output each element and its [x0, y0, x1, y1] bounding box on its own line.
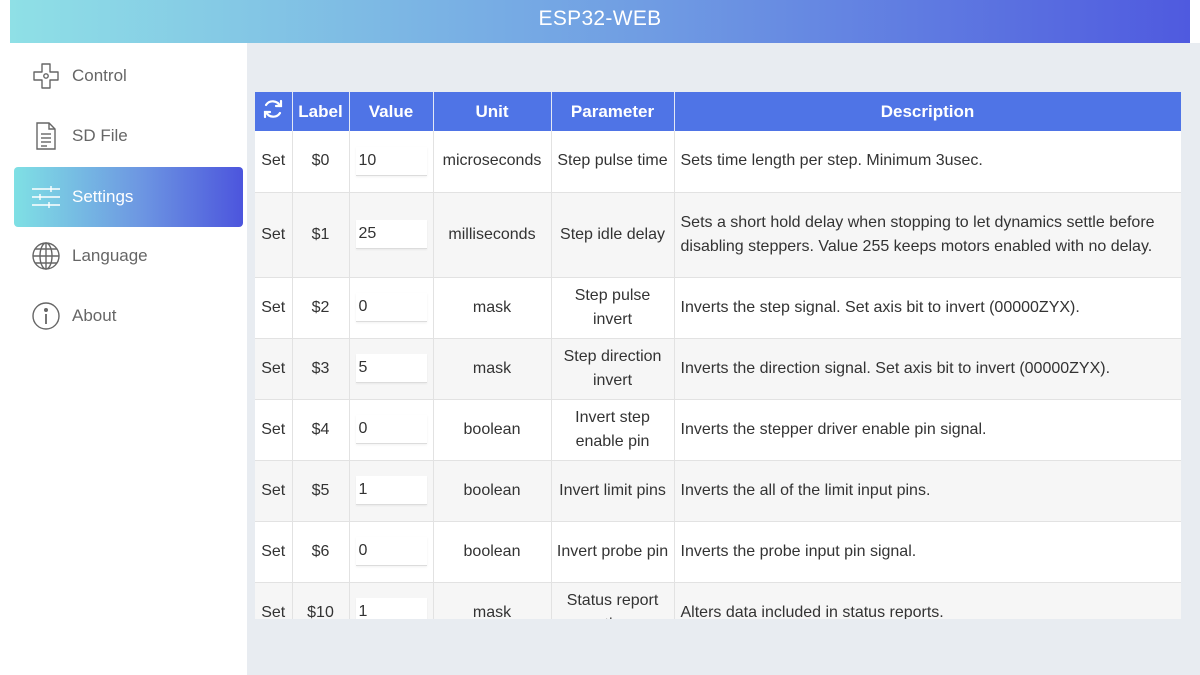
set-button[interactable]: Set: [255, 338, 293, 400]
column-header-value: Value: [349, 92, 434, 131]
settings-table: Label Value Unit Parameter Description S…: [255, 92, 1181, 619]
unit-cell: mask: [433, 338, 552, 400]
set-button[interactable]: Set: [255, 131, 293, 193]
value-cell: [349, 399, 434, 461]
setting-label: $10: [292, 582, 350, 619]
sliders-icon: [28, 179, 64, 215]
table-row: Set $5 boolean Invert limit pins Inverts…: [255, 460, 1181, 522]
document-icon: [28, 118, 64, 154]
set-button[interactable]: Set: [255, 399, 293, 461]
refresh-button[interactable]: [255, 92, 293, 131]
table-row: Set $1 milliseconds Step idle delay Sets…: [255, 192, 1181, 278]
description-cell: Inverts the all of the limit input pins.: [674, 460, 1181, 522]
info-icon: [28, 298, 64, 334]
sidebar-item-sd-file[interactable]: SD File: [14, 106, 243, 166]
parameter-cell: Invert limit pins: [551, 460, 675, 522]
sidebar-item-label: Control: [72, 66, 127, 85]
set-button[interactable]: Set: [255, 277, 293, 339]
column-header-unit: Unit: [433, 92, 552, 131]
description-cell: Inverts the stepper driver enable pin si…: [674, 399, 1181, 461]
sidebar-item-control[interactable]: Control: [14, 46, 243, 106]
description-cell: Inverts the probe input pin signal.: [674, 521, 1181, 583]
unit-cell: mask: [433, 277, 552, 339]
value-input[interactable]: [355, 354, 427, 383]
setting-label: $0: [292, 131, 350, 193]
table-row: Set $2 mask Step pulse invert Inverts th…: [255, 277, 1181, 339]
column-header-label: Label: [292, 92, 350, 131]
value-input[interactable]: [355, 537, 427, 566]
setting-label: $6: [292, 521, 350, 583]
setting-label: $2: [292, 277, 350, 339]
parameter-cell: Invert step enable pin: [551, 399, 675, 461]
unit-cell: boolean: [433, 399, 552, 461]
unit-cell: boolean: [433, 460, 552, 522]
table-row: Set $10 mask Status report options Alter…: [255, 582, 1181, 619]
table-header-row: Label Value Unit Parameter Description: [255, 92, 1181, 131]
value-input[interactable]: [355, 415, 427, 444]
settings-table-container[interactable]: Label Value Unit Parameter Description S…: [255, 92, 1181, 619]
sidebar-item-language[interactable]: Language: [14, 226, 243, 286]
value-cell: [349, 582, 434, 619]
description-cell: Alters data included in status reports.: [674, 582, 1181, 619]
value-input[interactable]: [355, 598, 427, 619]
parameter-cell: Step pulse time: [551, 131, 675, 193]
value-input[interactable]: [355, 293, 427, 322]
unit-cell: microseconds: [433, 131, 552, 193]
value-input[interactable]: [355, 146, 427, 176]
value-cell: [349, 521, 434, 583]
parameter-cell: Status report options: [551, 582, 675, 619]
set-button[interactable]: Set: [255, 521, 293, 583]
value-cell: [349, 460, 434, 522]
value-input[interactable]: [355, 476, 427, 505]
description-cell: Sets time length per step. Minimum 3usec…: [674, 131, 1181, 193]
description-cell: Inverts the direction signal. Set axis b…: [674, 338, 1181, 400]
table-row: Set $3 mask Step direction invert Invert…: [255, 338, 1181, 400]
table-row: Set $0 microseconds Step pulse time Sets…: [255, 131, 1181, 193]
setting-label: $4: [292, 399, 350, 461]
column-header-description: Description: [674, 92, 1181, 131]
app-header: ESP32-WEB: [10, 0, 1190, 43]
set-button[interactable]: Set: [255, 582, 293, 619]
value-cell: [349, 131, 434, 193]
sidebar-item-label: Language: [72, 246, 148, 265]
set-button[interactable]: Set: [255, 192, 293, 278]
parameter-cell: Step pulse invert: [551, 277, 675, 339]
description-cell: Sets a short hold delay when stopping to…: [674, 192, 1181, 278]
sidebar-item-label: SD File: [72, 126, 128, 145]
parameter-cell: Step direction invert: [551, 338, 675, 400]
column-header-parameter: Parameter: [551, 92, 675, 131]
value-cell: [349, 338, 434, 400]
sidebar-item-label: About: [72, 306, 117, 325]
value-cell: [349, 277, 434, 339]
setting-label: $1: [292, 192, 350, 278]
setting-label: $5: [292, 460, 350, 522]
refresh-icon: [262, 99, 284, 124]
value-cell: [349, 192, 434, 278]
value-input[interactable]: [355, 220, 427, 249]
sidebar-item-label: Settings: [72, 187, 134, 206]
set-button[interactable]: Set: [255, 460, 293, 522]
sidebar-item-settings[interactable]: Settings: [14, 167, 243, 227]
unit-cell: mask: [433, 582, 552, 619]
unit-cell: boolean: [433, 521, 552, 583]
sidebar: Control SD File Settings Language About: [0, 43, 247, 675]
description-cell: Inverts the step signal. Set axis bit to…: [674, 277, 1181, 339]
sidebar-item-about[interactable]: About: [14, 286, 243, 346]
parameter-cell: Invert probe pin: [551, 521, 675, 583]
main-content: Label Value Unit Parameter Description S…: [247, 43, 1200, 675]
table-row: Set $6 boolean Invert probe pin Inverts …: [255, 521, 1181, 583]
parameter-cell: Step idle delay: [551, 192, 675, 278]
unit-cell: milliseconds: [433, 192, 552, 278]
globe-icon: [28, 238, 64, 274]
app-title: ESP32-WEB: [538, 7, 662, 30]
table-row: Set $4 boolean Invert step enable pin In…: [255, 399, 1181, 461]
dpad-icon: [28, 58, 64, 94]
setting-label: $3: [292, 338, 350, 400]
